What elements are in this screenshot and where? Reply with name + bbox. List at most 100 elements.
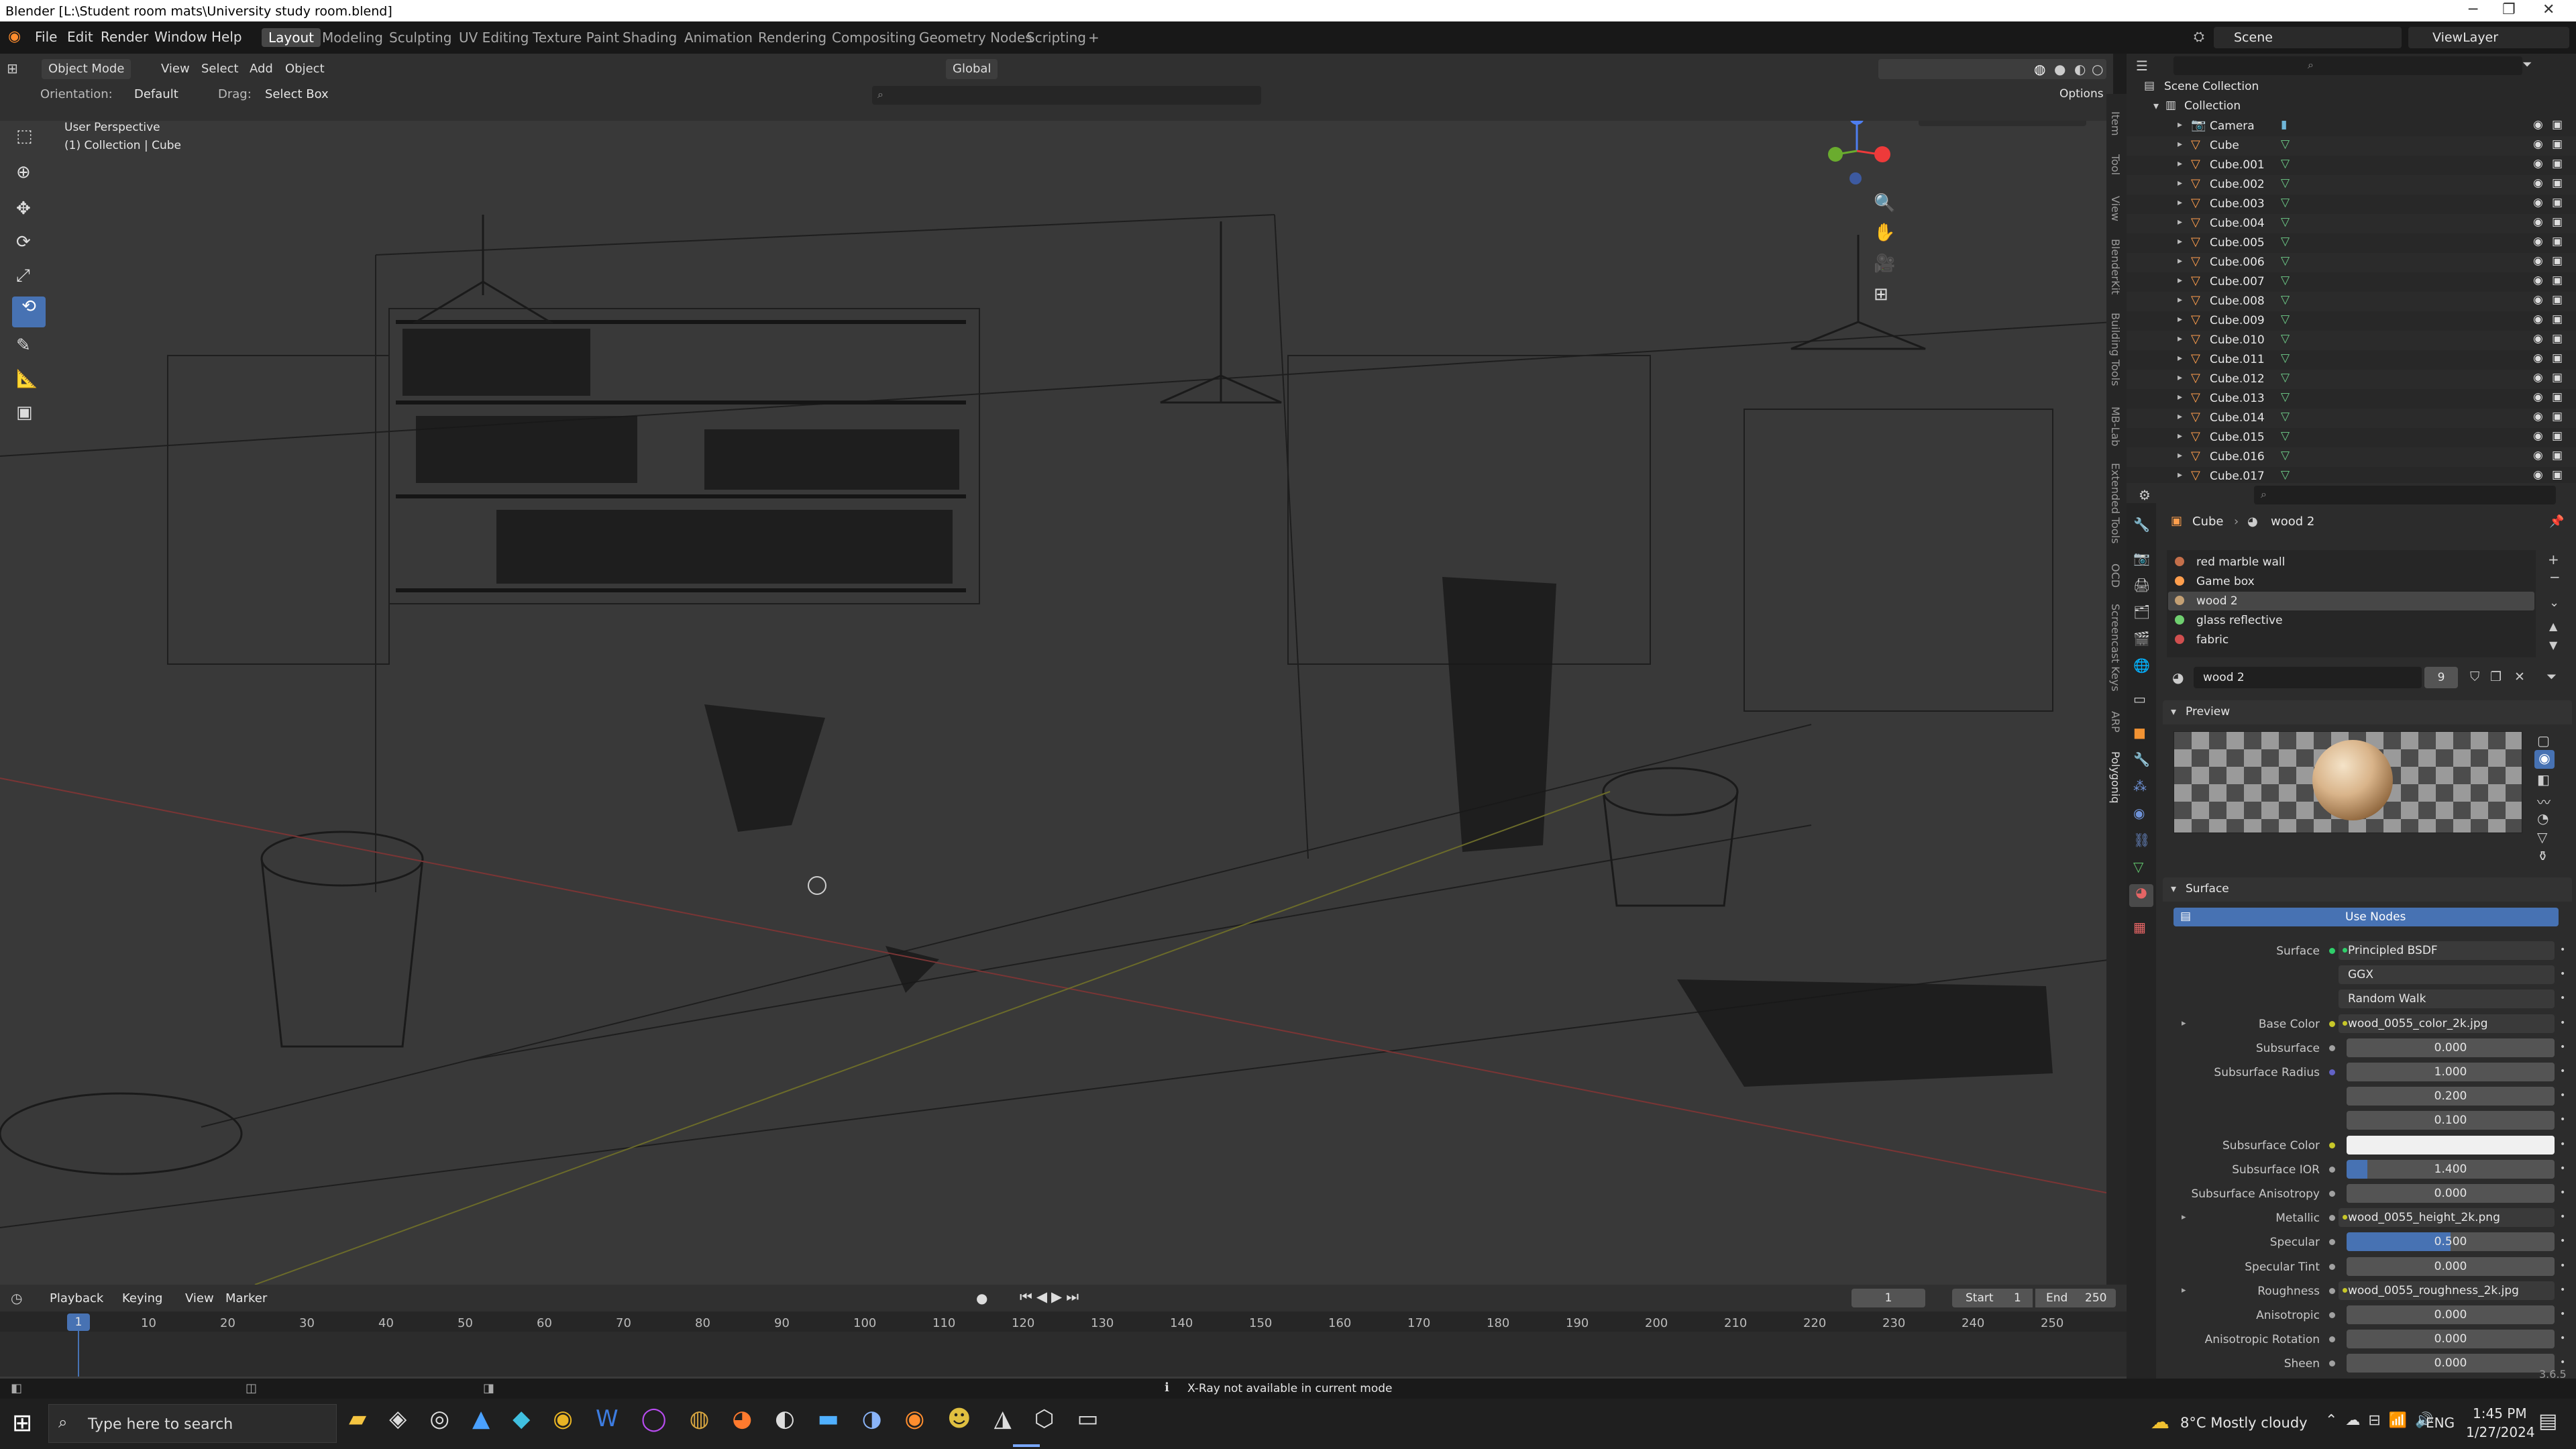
tab-mb-lab[interactable]: MB-Lab [2109,407,2122,446]
visibility-eye-icon[interactable]: ◉ [2533,118,2543,131]
maximize-button[interactable]: ❐ [2502,1,2516,18]
keyframe-dot-icon[interactable]: • [2560,1187,2565,1198]
app-icon[interactable]: ▭ [1077,1405,1121,1432]
property-field[interactable]: 0.500 [2347,1232,2555,1252]
material-name-field[interactable]: wood 2 [2194,667,2422,688]
menu-edit[interactable]: Edit [67,29,93,45]
socket-dot-icon[interactable] [2329,1069,2335,1075]
constraints-tab-icon[interactable]: ⛓ [2133,832,2150,848]
render-camera-icon[interactable]: ▣ [2552,176,2563,190]
outliner-row[interactable]: ▸ ▽ Cube.005 ▽ ◉ ▣ [2127,233,2576,253]
expand-icon[interactable]: ▸ [2178,431,2182,441]
socket-dot-icon[interactable] [2329,1360,2335,1367]
steam-icon[interactable]: ◑ [862,1405,905,1432]
timeline-menu-playback[interactable]: Playback [50,1291,103,1305]
preview-cloth-icon[interactable]: ▽ [2537,829,2547,845]
start-frame-field[interactable]: Start 1 [1952,1289,2033,1307]
keyframe-dot-icon[interactable]: • [2560,1114,2565,1125]
socket-dot-icon[interactable] [2329,1312,2335,1318]
navigation-gizmo[interactable] [1811,121,1905,188]
engon-panel[interactable]: › engon [1919,121,2086,126]
texture-tab-icon[interactable]: ▦ [2133,919,2146,935]
socket-dot-icon[interactable] [2329,1287,2335,1294]
outliner-row[interactable]: ▸ ▽ Cube.014 ▽ ◉ ▣ [2127,409,2576,428]
blender-logo-icon[interactable]: ◉ [8,28,21,45]
render-camera-icon[interactable]: ▣ [2552,390,2563,404]
outliner-row[interactable]: ▸ ▽ Cube.012 ▽ ◉ ▣ [2127,370,2576,389]
visibility-eye-icon[interactable]: ◉ [2533,332,2543,345]
property-field[interactable]: Principled BSDF [2339,941,2555,960]
options-dropdown[interactable]: Options [2059,87,2104,101]
visibility-eye-icon[interactable]: ◉ [2533,176,2543,190]
scene-selector[interactable]: Scene [2214,27,2402,48]
record-icon[interactable]: ● [976,1290,987,1306]
preview-cube-icon[interactable]: ◧ [2537,771,2550,788]
app-icon[interactable]: ◐ [775,1405,818,1432]
expand-icon[interactable]: ▸ [2178,178,2182,189]
socket-dot-icon[interactable] [2329,1191,2335,1197]
measure-icon[interactable]: 📐 [16,369,38,389]
keyframe-dot-icon[interactable]: • [2560,969,2565,979]
material-users-count[interactable]: 9 [2424,667,2458,688]
property-field[interactable]: 0.000 [2347,1330,2555,1349]
tab-shading[interactable]: Shading [616,28,684,47]
property-field[interactable]: 1.400 [2347,1159,2555,1179]
expand-icon[interactable]: ▸ [2178,256,2182,266]
outliner-row[interactable]: ▸ ▽ Cube.004 ▽ ◉ ▣ [2127,214,2576,233]
outliner-row[interactable]: ▸ ▽ Cube.011 ▽ ◉ ▣ [2127,350,2576,370]
preview-shaderball-icon[interactable]: ◔ [2537,810,2548,826]
app-icon[interactable]: ⬡ [1034,1405,1077,1432]
keyframe-dot-icon[interactable]: • [2560,1042,2565,1053]
system-tray-icons[interactable]: ⌃☁⊟📶🔊 [2325,1412,2442,1429]
socket-dot-icon[interactable] [2329,948,2335,954]
visibility-eye-icon[interactable]: ◉ [2533,371,2543,384]
property-field[interactable]: 0.200 [2347,1087,2555,1106]
outliner-row[interactable]: ▸ ▽ Cube.010 ▽ ◉ ▣ [2127,331,2576,350]
socket-dot-icon[interactable] [2329,1239,2335,1246]
expand-icon[interactable]: ▸ [2178,158,2182,169]
expand-icon[interactable]: ▸ [2178,217,2182,227]
render-camera-icon[interactable]: ▣ [2552,118,2563,131]
visibility-eye-icon[interactable]: ◉ [2533,254,2543,268]
expand-icon[interactable]: ▸ [2178,411,2182,422]
tab-arp[interactable]: ARP [2109,711,2122,733]
add-cube-icon[interactable]: ▣ [16,402,33,423]
render-camera-icon[interactable]: ▣ [2552,313,2563,326]
zoom-icon[interactable]: 🔍 [1874,193,1895,213]
tab-extended-tools[interactable]: Extended Tools [2109,463,2122,544]
expand-icon[interactable]: ▸ [2178,450,2182,461]
select-box-icon[interactable]: ⬚ [16,126,33,146]
timeline-menu-keying[interactable]: Keying [122,1291,162,1305]
property-field[interactable] [2347,1135,2555,1155]
playback-controls-icon[interactable]: ⏮◀▶⏭ [1020,1289,1083,1305]
socket-dot-icon[interactable] [2329,1263,2335,1270]
3d-viewport[interactable]: User Perspective (1) Collection | Cube ⬚… [0,121,2113,1285]
taskbar-pinned-apps[interactable]: ▰◈◎▲◆◉W◯◍◕◐▬◑◉☻◮⬡▭ [349,1405,1122,1443]
outliner-row[interactable]: ▸ ▽ Cube.015 ▽ ◉ ▣ [2127,428,2576,447]
move-icon[interactable]: ✥ [16,199,31,219]
viewlayer-selector[interactable]: ViewLayer [2408,27,2569,48]
expand-icon[interactable]: ▸ [2178,392,2182,402]
menu-render[interactable]: Render [101,29,148,45]
app-icon[interactable]: ▲ [472,1405,513,1432]
menu-add[interactable]: Add [250,62,273,76]
file-explorer-icon[interactable]: ▰ [349,1405,389,1432]
render-shading-icon[interactable]: ○ [2092,61,2103,77]
app-icon[interactable]: ◈ [389,1405,429,1432]
render-camera-icon[interactable]: ▣ [2552,215,2563,229]
pin-icon[interactable]: 📌 [2549,515,2564,529]
visibility-eye-icon[interactable]: ◉ [2533,293,2543,307]
tab-building-tools[interactable]: Building Tools [2109,313,2122,386]
use-nodes-button[interactable]: ▤ Use Nodes [2174,908,2559,926]
current-frame-marker[interactable]: 1 [67,1313,90,1331]
move-slot-down-icon[interactable]: ▼ [2549,639,2557,651]
visibility-eye-icon[interactable]: ◉ [2533,196,2543,209]
expand-icon[interactable]: ▸ [2178,119,2182,130]
visibility-eye-icon[interactable]: ◉ [2533,313,2543,326]
preview-sphere-icon[interactable]: ◉ [2534,750,2555,769]
visibility-eye-icon[interactable]: ◉ [2533,274,2543,287]
modifier-tab-icon[interactable]: 🔧 [2133,751,2150,767]
visibility-eye-icon[interactable]: ◉ [2533,390,2543,404]
scene-tab-icon[interactable]: 🎬 [2133,631,2150,647]
material-link-icon[interactable]: ⏷ [2546,669,2557,684]
